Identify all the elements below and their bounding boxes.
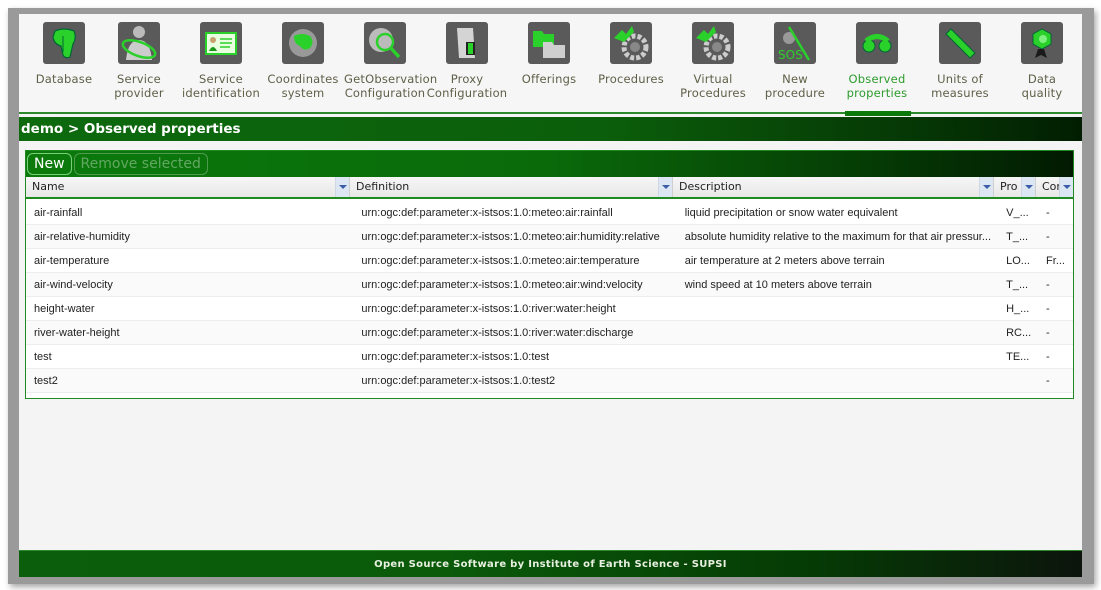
column-header-constraint[interactable]: Cor	[1036, 177, 1073, 197]
cell-procedures	[996, 369, 1038, 392]
cell-definition: urn:ogc:def:parameter:x-istsos:1.0:meteo…	[361, 279, 643, 291]
svg-text:SOS: SOS	[778, 48, 803, 62]
observed-properties-grid: New Remove selected Name Definition Desc…	[25, 150, 1074, 399]
table-row[interactable]: air-wind-velocity urn:ogc:def:parameter:…	[26, 273, 1073, 297]
quality-badge-icon	[1021, 22, 1063, 64]
table-row[interactable]: air-relative-humidity urn:ogc:def:parame…	[26, 225, 1073, 249]
table-row[interactable]: air-rainfall urn:ogc:def:parameter:x-ist…	[26, 201, 1073, 225]
column-header-name[interactable]: Name	[26, 177, 350, 197]
grid-toolbar: New Remove selected	[26, 151, 1073, 177]
ruler-icon	[939, 22, 981, 64]
cell-constraint: -	[1046, 207, 1050, 219]
cell-constraint: -	[1046, 351, 1050, 363]
virtual-gear-icon	[692, 22, 734, 64]
toolbar-item-service-provider[interactable]: Service provider	[98, 22, 180, 114]
cell-constraint: -	[1046, 327, 1050, 339]
gear-icon	[610, 22, 652, 64]
table-row[interactable]: test urn:ogc:def:parameter:x-istsos:1.0:…	[26, 345, 1073, 369]
folders-icon	[528, 22, 570, 64]
toolbar-item-offerings[interactable]: Offerings	[508, 22, 590, 114]
grid-header: Name Definition Description Pro Cor	[26, 177, 1073, 199]
column-header-procedures[interactable]: Pro	[994, 177, 1036, 197]
cell-name: air-temperature	[34, 255, 110, 267]
toolbar-item-getobservation-configuration[interactable]: GetObservation Configuration	[344, 22, 437, 114]
toolbar-item-data-quality[interactable]: Data quality	[1001, 22, 1082, 114]
cell-name: air-rainfall	[34, 207, 83, 219]
cell-definition: urn:ogc:def:parameter:x-istsos:1.0:meteo…	[361, 255, 640, 267]
cell-constraint: -	[1046, 375, 1050, 387]
cell-procedures: T_...	[1006, 231, 1029, 243]
cell-procedures: LO...	[1006, 255, 1030, 267]
column-header-definition[interactable]: Definition	[350, 177, 673, 197]
cell-constraint: -	[1046, 279, 1050, 291]
column-menu-icon[interactable]	[979, 177, 993, 197]
column-menu-icon[interactable]	[658, 177, 672, 197]
proxy-server-icon	[446, 22, 488, 64]
table-row[interactable]: air-temperature urn:ogc:def:parameter:x-…	[26, 249, 1073, 273]
cell-description	[675, 321, 996, 344]
cell-description: wind speed at 10 meters above terrain	[684, 279, 872, 291]
breadcrumb: demo > Observed properties	[19, 117, 1082, 141]
istsos-admin-app: Database Service provider Service identi…	[19, 14, 1082, 577]
id-card-icon	[200, 22, 242, 64]
globe-icon	[282, 22, 324, 64]
cell-definition: urn:ogc:def:parameter:x-istsos:1.0:meteo…	[361, 207, 613, 219]
cell-description: liquid precipitation or snow water equiv…	[684, 207, 898, 219]
sos-wand-icon: SOS	[774, 22, 816, 64]
toolbar-item-observed-properties[interactable]: Observed properties	[836, 22, 918, 116]
toolbar-item-service-identification[interactable]: Service identification	[180, 22, 262, 114]
toolbar-item-units-of-measures[interactable]: Units of measures	[919, 22, 1001, 114]
cell-definition: urn:ogc:def:parameter:x-istsos:1.0:river…	[361, 327, 634, 339]
cell-procedures: TE...	[1006, 351, 1030, 363]
cell-description	[675, 369, 996, 392]
cell-constraint: -	[1046, 231, 1050, 243]
main-toolbar: Database Service provider Service identi…	[19, 14, 1082, 116]
toolbar-item-proxy-configuration[interactable]: Proxy Configuration	[426, 22, 508, 114]
cell-definition: urn:ogc:def:parameter:x-istsos:1.0:test	[361, 351, 550, 363]
database-elephant-icon	[43, 22, 85, 64]
toolbar-item-new-procedure[interactable]: SOS New procedure	[754, 22, 836, 114]
cell-constraint: -	[1046, 303, 1050, 315]
cell-name: test	[34, 351, 52, 363]
cell-procedures: V_...	[1006, 207, 1029, 219]
binoculars-icon	[856, 22, 898, 64]
cell-procedures: H_...	[1006, 303, 1030, 315]
cell-name: test2	[34, 375, 58, 387]
globe-search-icon	[364, 22, 406, 64]
toolbar-item-virtual-procedures[interactable]: Virtual Procedures	[672, 22, 754, 114]
cell-description: absolute humidity relative to the maximu…	[684, 231, 992, 243]
cell-definition: urn:ogc:def:parameter:x-istsos:1.0:meteo…	[361, 231, 660, 243]
toolbar-item-database[interactable]: Database	[23, 22, 105, 114]
service-provider-icon	[118, 22, 160, 64]
cell-constraint: Fr...	[1046, 255, 1065, 267]
cell-description	[675, 345, 996, 368]
table-row[interactable]: height-water urn:ogc:def:parameter:x-ist…	[26, 297, 1073, 321]
cell-definition: urn:ogc:def:parameter:x-istsos:1.0:test2	[361, 375, 556, 387]
column-menu-icon[interactable]	[1021, 177, 1035, 197]
cell-name: river-water-height	[34, 327, 120, 339]
column-menu-icon[interactable]	[335, 177, 349, 197]
cell-procedures: T_...	[1006, 279, 1029, 291]
cell-name: air-wind-velocity	[34, 279, 113, 291]
cell-description	[675, 297, 996, 320]
footer-credits: Open Source Software by Institute of Ear…	[19, 550, 1082, 577]
new-button[interactable]: New	[27, 153, 72, 175]
toolbar-item-procedures[interactable]: Procedures	[590, 22, 672, 114]
cell-description: air temperature at 2 meters above terrai…	[684, 255, 885, 267]
column-header-description[interactable]: Description	[673, 177, 994, 197]
column-menu-icon[interactable]	[1059, 177, 1073, 197]
remove-selected-button[interactable]: Remove selected	[73, 153, 208, 175]
cell-procedures: RC...	[1006, 327, 1032, 339]
cell-definition: urn:ogc:def:parameter:x-istsos:1.0:river…	[361, 303, 616, 315]
cell-name: air-relative-humidity	[34, 231, 130, 243]
table-row[interactable]: river-water-height urn:ogc:def:parameter…	[26, 321, 1073, 345]
table-row[interactable]: test2 urn:ogc:def:parameter:x-istsos:1.0…	[26, 369, 1073, 393]
cell-name: height-water	[34, 303, 95, 315]
toolbar-item-coordinates-system[interactable]: Coordinates system	[262, 22, 344, 114]
grid-body: air-rainfall urn:ogc:def:parameter:x-ist…	[26, 199, 1073, 393]
